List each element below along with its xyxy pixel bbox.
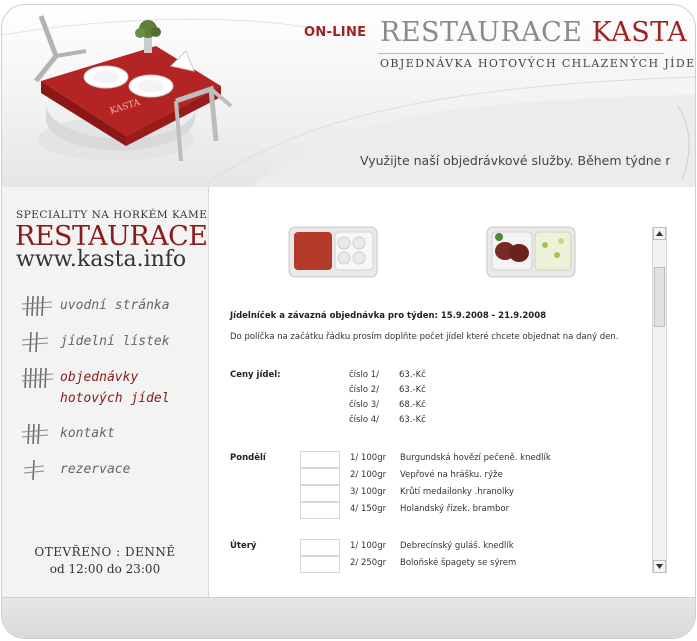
scroll-down-button[interactable] xyxy=(653,560,666,573)
dish-name: Boloňské špagety se sýrem xyxy=(400,558,517,568)
quantity-input[interactable] xyxy=(300,556,340,573)
nav-item-objednavky[interactable]: objednávky hotových jídel xyxy=(20,367,170,409)
price-value: 68.-Kč xyxy=(399,400,426,410)
opening-hours: OTEVŘENO : DENNĚ od 12:00 do 23:00 xyxy=(2,545,208,576)
online-label: ON-LINE xyxy=(304,25,367,40)
dish-name: Krůtí medailonky .hranolky xyxy=(400,487,515,497)
logo-tagline: SPECIALITY NA HORKÉM KAMENI xyxy=(16,209,222,221)
brand-divider xyxy=(378,53,664,54)
two-tally-icon xyxy=(23,459,45,481)
price-row: číslo 1/63.-Kč xyxy=(349,370,426,380)
quantity-input[interactable] xyxy=(300,451,340,468)
portion: 1/ 100gr xyxy=(350,541,387,551)
content-scrollbar[interactable] xyxy=(652,227,667,573)
nav-label: jídelní lístek xyxy=(60,334,170,349)
prices-label: Ceny jídel: xyxy=(230,370,281,380)
price-number: číslo 3/ xyxy=(349,400,379,410)
price-number: číslo 2/ xyxy=(349,385,379,395)
nav-item-jidelni-listek[interactable]: jídelní lístek xyxy=(20,331,170,353)
left-panel: SPECIALITY NA HORKÉM KAMENI RESTAURACE w… xyxy=(2,187,221,597)
day-label-pondeli: Pondělí xyxy=(230,453,266,463)
meal-tray-image-1 xyxy=(288,226,378,278)
quantity-input[interactable] xyxy=(300,485,340,502)
table-illustration: KASTA xyxy=(34,15,233,162)
brand-main: RESTAURACE xyxy=(380,17,583,48)
arrow-up-icon xyxy=(656,231,663,236)
portion: 2/ 100gr xyxy=(350,470,387,480)
content-scroll-area: Jídelníček a závazná objednávka pro týde… xyxy=(209,187,649,597)
brand-subtitle: OBJEDNÁVKA HOTOVÝCH CHLAZENÝCH JÍDEL xyxy=(380,57,696,70)
nav-item-rezervace[interactable]: rezervace xyxy=(20,459,130,481)
price-value: 63.-Kč xyxy=(399,370,426,380)
price-number: číslo 4/ xyxy=(349,415,379,425)
portion: 1/ 100gr xyxy=(350,453,387,463)
menu-title: Jídelníček a závazná objednávka pro týde… xyxy=(230,311,547,321)
price-value: 63.-Kč xyxy=(399,385,426,395)
ticker-text: Využijte naší objedrávkové služby. Během… xyxy=(360,153,670,168)
price-row: číslo 4/63.-Kč xyxy=(349,415,426,425)
price-row: číslo 2/63.-Kč xyxy=(349,385,426,395)
header: KASTA ON-LINE RESTAURACE KASTA OBJEDNÁVK… xyxy=(2,5,695,187)
arrow-down-icon xyxy=(656,564,663,569)
day-label-utery: Úterý xyxy=(230,541,257,551)
nav-item-uvodni-stranka[interactable]: uvodní stránka xyxy=(20,295,170,317)
quantity-input[interactable] xyxy=(300,468,340,485)
site-frame: KASTA ON-LINE RESTAURACE KASTA OBJEDNÁVK… xyxy=(1,4,696,639)
hours-line-1: OTEVŘENO : DENNĚ xyxy=(34,545,176,559)
quantity-input[interactable] xyxy=(300,502,340,519)
price-row: číslo 3/68.-Kč xyxy=(349,400,426,410)
meal-tray-image-2 xyxy=(486,226,576,278)
price-value: 63.-Kč xyxy=(399,415,426,425)
menu-description: Do políčka na začátku řádku prosím doplň… xyxy=(230,332,619,342)
hours-line-2: od 12:00 do 23:00 xyxy=(49,562,161,576)
quantity-input[interactable] xyxy=(300,539,340,556)
nav-label: objednávky xyxy=(60,370,139,385)
price-number: číslo 1/ xyxy=(349,370,379,380)
nav-label-line2: hotových jídel xyxy=(60,391,170,406)
brand-accent: KASTA xyxy=(591,17,688,48)
logo-url: www.kasta.info xyxy=(16,247,187,272)
page: KASTA ON-LINE RESTAURACE KASTA OBJEDNÁVK… xyxy=(0,0,697,641)
nav-label-group: objednávky hotových jídel xyxy=(54,367,170,409)
dish-name: Vepřové na hrášku. rýže xyxy=(400,470,503,480)
footer xyxy=(2,597,695,638)
site-brand: RESTAURACE KASTA xyxy=(380,17,687,48)
three-tally-icon xyxy=(21,331,49,353)
dish-name: Burgundská hovězí pečeně. knedlík xyxy=(400,453,551,463)
four-tally-icon xyxy=(21,295,53,317)
portion: 4/ 150gr xyxy=(350,504,387,514)
dish-name: Debrecínský guláš. knedlík xyxy=(400,541,514,551)
dish-name: Holandský řízek. brambor xyxy=(400,504,510,514)
portion: 2/ 250gr xyxy=(350,558,387,568)
scroll-up-button[interactable] xyxy=(653,227,666,240)
nav-item-kontakt[interactable]: kontakt xyxy=(20,423,115,445)
nav-label: rezervace xyxy=(60,462,131,477)
scroll-thumb[interactable] xyxy=(654,267,665,327)
nav-label: kontakt xyxy=(60,426,115,441)
content-panel: Jídelníček a závazná objednávka pro týde… xyxy=(209,187,695,597)
four-tally-icon xyxy=(21,423,49,445)
portion: 3/ 100gr xyxy=(350,487,387,497)
nav-label: uvodní stránka xyxy=(60,298,170,313)
five-tally-icon xyxy=(21,367,54,389)
